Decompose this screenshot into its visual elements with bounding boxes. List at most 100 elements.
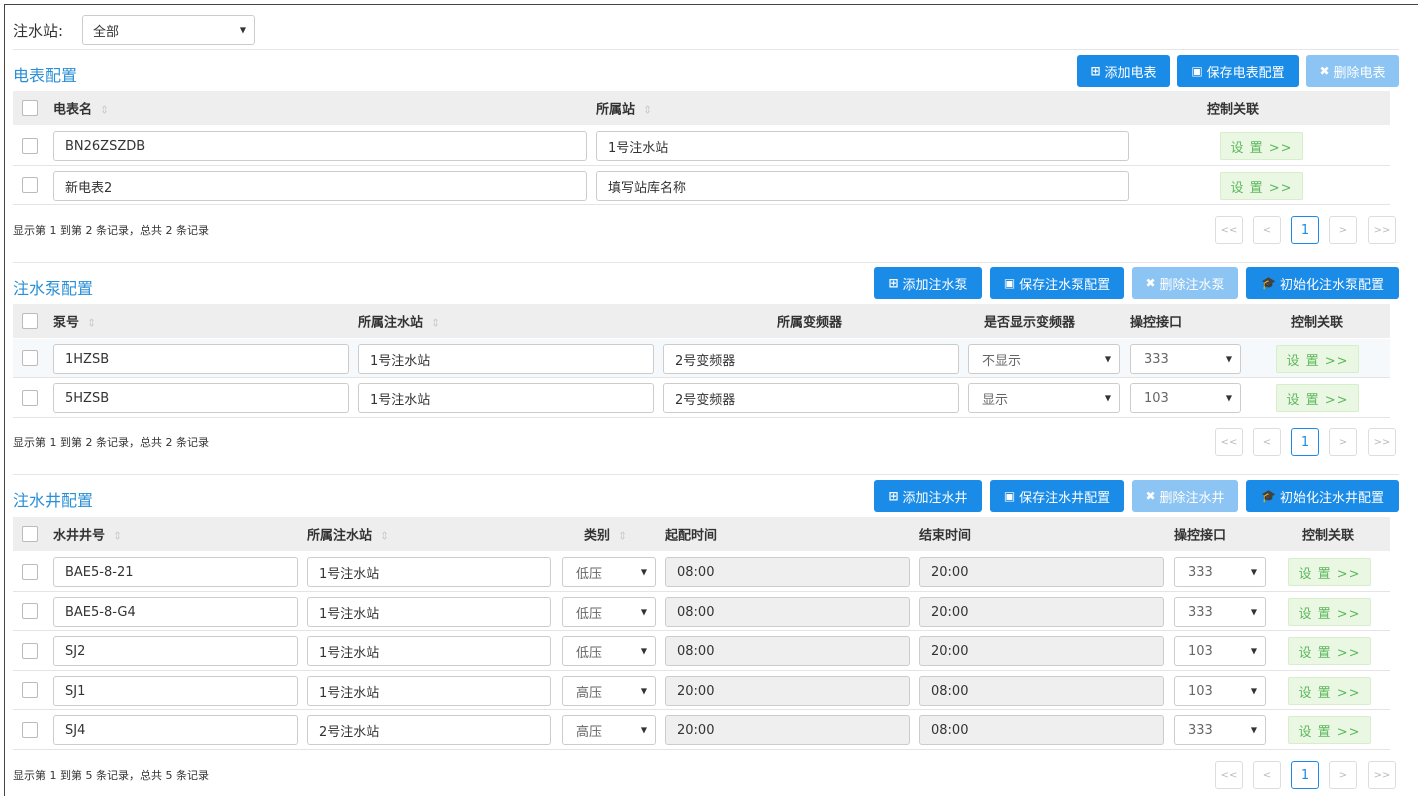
meter-name-input[interactable]: 新电表2 bbox=[53, 171, 587, 201]
port-select[interactable]: 103 ▼ bbox=[1174, 636, 1266, 666]
save-meter-button[interactable]: ▣ 保存电表配置 bbox=[1177, 55, 1299, 87]
row-checkbox[interactable] bbox=[22, 564, 38, 580]
set-button[interactable]: 设 置 >> bbox=[1288, 677, 1371, 705]
pager-next[interactable]: > bbox=[1329, 428, 1357, 456]
port-select[interactable]: 333 ▼ bbox=[1174, 715, 1266, 745]
pager-next[interactable]: > bbox=[1329, 761, 1357, 789]
well-station-input[interactable]: 1号注水站 bbox=[307, 597, 551, 627]
delete-pump-button[interactable]: ✖ 删除注水泵 bbox=[1132, 267, 1238, 299]
row-checkbox[interactable] bbox=[22, 722, 38, 738]
header-meter-name[interactable]: 电表名 ⇕ bbox=[53, 99, 109, 118]
well-station-input[interactable]: 2号注水站 bbox=[307, 715, 551, 745]
port-select[interactable]: 333 ▼ bbox=[1130, 344, 1241, 374]
show-inverter-select[interactable]: 不显示 ▼ bbox=[968, 344, 1120, 374]
start-time-input[interactable]: 20:00 bbox=[665, 676, 910, 706]
set-button[interactable]: 设 置 >> bbox=[1288, 716, 1371, 744]
row-checkbox[interactable] bbox=[22, 390, 38, 406]
well-type-select[interactable]: 低压 ▼ bbox=[562, 636, 656, 666]
start-time-input[interactable]: 08:00 bbox=[665, 597, 910, 627]
end-time-input[interactable]: 08:00 bbox=[919, 715, 1164, 745]
set-button[interactable]: 设 置 >> bbox=[1288, 598, 1371, 626]
port-select[interactable]: 333 ▼ bbox=[1174, 597, 1266, 627]
row-checkbox[interactable] bbox=[22, 682, 38, 698]
init-pump-button[interactable]: 🎓 初始化注水泵配置 bbox=[1246, 267, 1399, 299]
well-station-input[interactable]: 1号注水站 bbox=[307, 636, 551, 666]
header-pump-no[interactable]: 泵号 ⇕ bbox=[53, 312, 96, 331]
select-all-checkbox[interactable] bbox=[22, 313, 38, 329]
well-no-input[interactable]: BAE5-8-G4 bbox=[53, 597, 298, 627]
port-select[interactable]: 103 ▼ bbox=[1174, 676, 1266, 706]
pager-last[interactable]: >> bbox=[1368, 428, 1396, 456]
pager-prev[interactable]: < bbox=[1253, 216, 1281, 244]
well-station-input[interactable]: 1号注水站 bbox=[307, 557, 551, 587]
well-no-input[interactable]: SJ1 bbox=[53, 676, 298, 706]
well-type-select[interactable]: 高压 ▼ bbox=[562, 715, 656, 745]
pager-first[interactable]: << bbox=[1215, 428, 1243, 456]
meter-station-input[interactable]: 填写站库名称 bbox=[596, 171, 1129, 201]
pump-inverter-input[interactable]: 2号变频器 bbox=[663, 383, 959, 413]
end-time-input[interactable]: 08:00 bbox=[919, 676, 1164, 706]
header-well-no[interactable]: 水井井号 ⇕ bbox=[53, 525, 122, 544]
end-time-input[interactable]: 20:00 bbox=[919, 557, 1164, 587]
show-inverter-select[interactable]: 显示 ▼ bbox=[968, 383, 1120, 413]
pager-first[interactable]: << bbox=[1215, 216, 1243, 244]
well-no-input[interactable]: SJ2 bbox=[53, 636, 298, 666]
port-select[interactable]: 333 ▼ bbox=[1174, 557, 1266, 587]
header-well-station[interactable]: 所属注水站 ⇕ bbox=[307, 525, 389, 544]
well-no-input[interactable]: BAE5-8-21 bbox=[53, 557, 298, 587]
pump-inverter-input[interactable]: 2号变频器 bbox=[663, 344, 959, 374]
save-well-button[interactable]: ▣ 保存注水井配置 bbox=[990, 480, 1124, 512]
row-checkbox[interactable] bbox=[22, 350, 38, 366]
save-icon: ▣ bbox=[1003, 276, 1016, 290]
add-well-button[interactable]: ⊞ 添加注水井 bbox=[874, 480, 982, 512]
well-type-select[interactable]: 高压 ▼ bbox=[562, 676, 656, 706]
pager-first[interactable]: << bbox=[1215, 761, 1243, 789]
set-button[interactable]: 设 置 >> bbox=[1288, 558, 1371, 586]
pager-prev[interactable]: < bbox=[1253, 428, 1281, 456]
well-type-select[interactable]: 低压 ▼ bbox=[562, 557, 656, 587]
port-select[interactable]: 103 ▼ bbox=[1130, 383, 1241, 413]
select-all-checkbox[interactable] bbox=[22, 526, 38, 542]
well-no-input[interactable]: SJ4 bbox=[53, 715, 298, 745]
set-button[interactable]: 设 置 >> bbox=[1220, 172, 1303, 200]
pump-station-input[interactable]: 1号注水站 bbox=[358, 344, 654, 374]
well-type-select[interactable]: 低压 ▼ bbox=[562, 597, 656, 627]
set-button[interactable]: 设 置 >> bbox=[1276, 384, 1359, 412]
select-all-checkbox[interactable] bbox=[22, 100, 38, 116]
meter-station-input[interactable]: 1号注水站 bbox=[596, 131, 1129, 161]
start-time-input[interactable]: 20:00 bbox=[665, 715, 910, 745]
pager-last[interactable]: >> bbox=[1368, 216, 1396, 244]
set-button[interactable]: 设 置 >> bbox=[1288, 637, 1371, 665]
row-checkbox[interactable] bbox=[22, 603, 38, 619]
well-station-input[interactable]: 1号注水站 bbox=[307, 676, 551, 706]
init-well-button[interactable]: 🎓 初始化注水井配置 bbox=[1246, 480, 1399, 512]
row-checkbox[interactable] bbox=[22, 177, 38, 193]
pager-page[interactable]: 1 bbox=[1291, 428, 1319, 456]
pager-next[interactable]: > bbox=[1329, 216, 1357, 244]
pump-no-input[interactable]: 5HZSB bbox=[53, 383, 349, 413]
delete-meter-button[interactable]: ✖ 删除电表 bbox=[1306, 55, 1399, 87]
header-well-type[interactable]: 类别 ⇕ bbox=[584, 525, 627, 544]
delete-well-button[interactable]: ✖ 删除注水井 bbox=[1132, 480, 1238, 512]
pump-station-input[interactable]: 1号注水站 bbox=[358, 383, 654, 413]
add-pump-button[interactable]: ⊞ 添加注水泵 bbox=[874, 267, 982, 299]
start-time-input[interactable]: 08:00 bbox=[665, 636, 910, 666]
set-button[interactable]: 设 置 >> bbox=[1220, 132, 1303, 160]
pager-page[interactable]: 1 bbox=[1291, 761, 1319, 789]
pager-page[interactable]: 1 bbox=[1291, 216, 1319, 244]
row-checkbox[interactable] bbox=[22, 138, 38, 154]
pager-last[interactable]: >> bbox=[1368, 761, 1396, 789]
add-meter-button[interactable]: ⊞ 添加电表 bbox=[1077, 55, 1170, 87]
meter-name-input[interactable]: BN26ZSZDB bbox=[53, 131, 587, 161]
station-filter-select[interactable]: 全部 ▼ bbox=[82, 15, 255, 45]
pager-prev[interactable]: < bbox=[1253, 761, 1281, 789]
save-pump-button[interactable]: ▣ 保存注水泵配置 bbox=[990, 267, 1124, 299]
start-time-input[interactable]: 08:00 bbox=[665, 557, 910, 587]
pump-no-input[interactable]: 1HZSB bbox=[53, 344, 349, 374]
end-time-input[interactable]: 20:00 bbox=[919, 597, 1164, 627]
end-time-input[interactable]: 20:00 bbox=[919, 636, 1164, 666]
header-meter-station[interactable]: 所属站 ⇕ bbox=[596, 99, 652, 118]
header-pump-station[interactable]: 所属注水站 ⇕ bbox=[358, 312, 440, 331]
row-checkbox[interactable] bbox=[22, 643, 38, 659]
set-button[interactable]: 设 置 >> bbox=[1276, 345, 1359, 373]
